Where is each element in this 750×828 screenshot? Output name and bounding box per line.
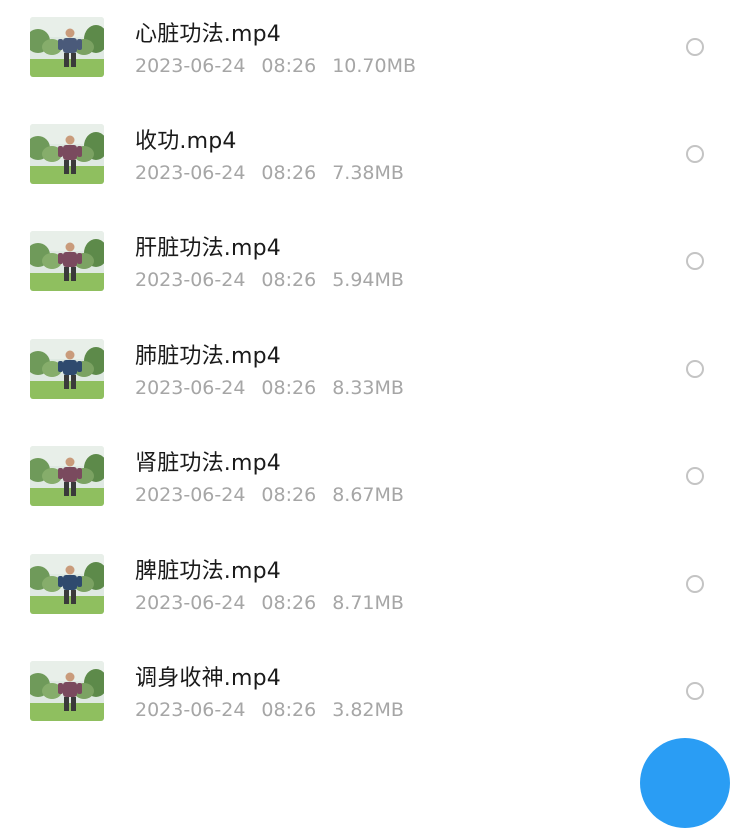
file-time: 08:26	[261, 55, 317, 77]
file-time: 08:26	[261, 162, 317, 184]
file-time: 08:26	[261, 484, 317, 506]
file-meta: 2023-06-24 08:26 10.70MB	[135, 55, 416, 77]
file-time: 08:26	[261, 699, 317, 721]
file-list-item[interactable]: 心脏功法.mp4 2023-06-24 08:26 10.70MB	[0, 0, 750, 107]
file-name: 心脏功法.mp4	[135, 22, 281, 47]
file-meta: 2023-06-24 08:26 8.71MB	[135, 592, 404, 614]
radio-circle-icon[interactable]	[686, 145, 704, 163]
radio-circle-icon[interactable]	[686, 38, 704, 56]
file-list-item[interactable]: 肝脏功法.mp4 2023-06-24 08:26 5.94MB	[0, 214, 750, 321]
floating-action-button[interactable]	[640, 738, 730, 828]
video-thumbnail	[30, 124, 104, 184]
file-size: 8.67MB	[332, 484, 404, 506]
file-size: 10.70MB	[332, 55, 417, 77]
file-name: 收功.mp4	[135, 129, 237, 154]
file-list-item[interactable]: 收功.mp4 2023-06-24 08:26 7.38MB	[0, 107, 750, 214]
file-name: 脾脏功法.mp4	[135, 559, 281, 584]
file-list-item[interactable]: 调身收神.mp4 2023-06-24 08:26 3.82MB	[0, 644, 750, 751]
file-list-item[interactable]: 肺脏功法.mp4 2023-06-24 08:26 8.33MB	[0, 322, 750, 429]
video-thumbnail	[30, 661, 104, 721]
file-date: 2023-06-24	[135, 55, 246, 77]
file-date: 2023-06-24	[135, 699, 246, 721]
file-size: 7.38MB	[332, 162, 404, 184]
video-thumbnail	[30, 339, 104, 399]
file-size: 8.71MB	[332, 592, 404, 614]
file-size: 8.33MB	[332, 377, 404, 399]
file-size: 5.94MB	[332, 269, 404, 291]
file-time: 08:26	[261, 592, 317, 614]
file-name: 调身收神.mp4	[135, 666, 281, 691]
file-name: 肺脏功法.mp4	[135, 344, 281, 369]
file-list-item[interactable]: 肾脏功法.mp4 2023-06-24 08:26 8.67MB	[0, 429, 750, 536]
video-thumbnail	[30, 231, 104, 291]
file-meta: 2023-06-24 08:26 8.67MB	[135, 484, 404, 506]
radio-circle-icon[interactable]	[686, 682, 704, 700]
file-list: 心脏功法.mp4 2023-06-24 08:26 10.70MB 收功.mp4 2023…	[0, 0, 750, 750]
file-time: 08:26	[261, 269, 317, 291]
radio-circle-icon[interactable]	[686, 467, 704, 485]
video-thumbnail	[30, 554, 104, 614]
file-meta: 2023-06-24 08:26 3.82MB	[135, 699, 404, 721]
file-name: 肝脏功法.mp4	[135, 236, 281, 261]
file-date: 2023-06-24	[135, 592, 246, 614]
radio-circle-icon[interactable]	[686, 360, 704, 378]
file-meta: 2023-06-24 08:26 5.94MB	[135, 269, 404, 291]
file-time: 08:26	[261, 377, 317, 399]
file-date: 2023-06-24	[135, 269, 246, 291]
file-list-item[interactable]: 脾脏功法.mp4 2023-06-24 08:26 8.71MB	[0, 537, 750, 644]
file-size: 3.82MB	[332, 699, 404, 721]
file-date: 2023-06-24	[135, 484, 246, 506]
radio-circle-icon[interactable]	[686, 252, 704, 270]
file-name: 肾脏功法.mp4	[135, 451, 281, 476]
video-thumbnail	[30, 17, 104, 77]
file-date: 2023-06-24	[135, 377, 246, 399]
file-date: 2023-06-24	[135, 162, 246, 184]
radio-circle-icon[interactable]	[686, 575, 704, 593]
file-meta: 2023-06-24 08:26 7.38MB	[135, 162, 404, 184]
video-thumbnail	[30, 446, 104, 506]
file-meta: 2023-06-24 08:26 8.33MB	[135, 377, 404, 399]
